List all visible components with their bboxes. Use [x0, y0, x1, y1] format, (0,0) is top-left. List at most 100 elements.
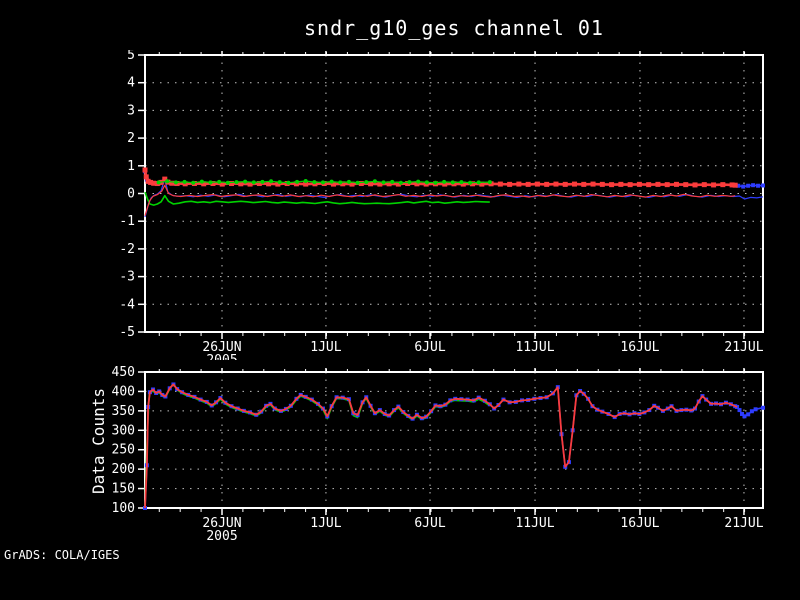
marker-dot	[390, 179, 395, 184]
marker-square	[627, 182, 633, 188]
marker-dot	[416, 179, 421, 184]
marker-square	[553, 181, 559, 187]
series-corrected-red	[142, 167, 738, 188]
x-tick-label: 16JUL	[620, 340, 659, 355]
y-tick-label: -5	[119, 325, 135, 340]
marker-square	[742, 414, 747, 419]
marker-dot	[165, 179, 170, 184]
marker-dot	[269, 179, 274, 184]
x-tick-sublabel: 2005	[206, 529, 237, 544]
marker-dot	[442, 179, 447, 184]
y-tick-label: 4	[127, 76, 135, 91]
marker-square	[507, 181, 513, 187]
y-tick-label: 350	[112, 404, 135, 419]
marker-square	[525, 181, 531, 187]
marker-square	[590, 181, 596, 187]
series-obs-red-thin	[144, 184, 736, 216]
marker-dot	[173, 180, 178, 185]
marker-dot	[450, 180, 455, 185]
marker-square	[746, 183, 751, 188]
marker-dot	[156, 180, 161, 185]
grads-canvas: sndr_g10_ges channel 01 26JUN20051JUL6JU…	[0, 0, 800, 600]
marker-dot	[234, 180, 239, 185]
marker-dot	[225, 180, 230, 185]
marker-square	[609, 182, 615, 188]
y-tick-label: 450	[112, 365, 135, 380]
marker-square	[746, 412, 751, 417]
marker-dot	[372, 179, 377, 184]
marker-square	[761, 405, 765, 410]
marker-square	[655, 181, 661, 187]
y-axis-title: Data Counts	[89, 388, 108, 494]
marker-square	[751, 183, 756, 188]
marker-square	[534, 181, 540, 187]
x-tick-label: 16JUL	[620, 516, 659, 531]
marker-square	[544, 181, 550, 187]
marker-dot	[199, 179, 204, 184]
marker-square	[562, 181, 568, 187]
marker-square	[711, 182, 717, 188]
marker-square	[761, 183, 765, 188]
marker-square	[720, 182, 726, 188]
y-tick-label: 3	[127, 103, 135, 118]
x-tick-label: 1JUL	[310, 340, 341, 355]
gridlines	[145, 54, 763, 333]
axis-ticks	[138, 368, 746, 515]
marker-dot	[260, 179, 265, 184]
marker-square	[737, 408, 742, 413]
marker-square	[732, 182, 738, 188]
marker-dot	[338, 180, 343, 185]
marker-square	[741, 184, 746, 189]
marker-dot	[251, 180, 256, 185]
marker-square	[683, 182, 689, 188]
marker-dot	[346, 179, 351, 184]
x-tick-label: 11JUL	[515, 516, 554, 531]
marker-dot	[320, 180, 325, 185]
marker-square	[753, 407, 758, 412]
marker-dot	[364, 180, 369, 185]
y-tick-label: -3	[119, 270, 135, 285]
y-tick-label: 100	[112, 501, 135, 516]
y-tick-label: 250	[112, 443, 135, 458]
marker-dot	[191, 180, 196, 185]
marker-dot	[459, 180, 464, 185]
series-counts-green	[144, 382, 491, 507]
marker-dot	[381, 180, 386, 185]
y-tick-label: 1	[127, 159, 135, 174]
y-tick-label: 200	[112, 462, 135, 477]
marker-dot	[286, 180, 291, 185]
marker-dot	[468, 180, 473, 185]
series-bias-green-line	[144, 191, 490, 206]
marker-square	[756, 183, 761, 188]
top-chart: 26JUN20051JUL6JUL11JUL16JUL21JUL543210-1…	[119, 50, 765, 360]
marker-square	[636, 181, 642, 187]
marker-square	[516, 181, 522, 187]
chart-title: sndr_g10_ges channel 01	[304, 16, 604, 40]
marker-square	[497, 181, 503, 187]
x-tick-label: 21JUL	[724, 340, 763, 355]
marker-square	[572, 181, 578, 187]
y-tick-label: -2	[119, 242, 135, 257]
x-tick-label: 6JUL	[414, 340, 445, 355]
axis-labels: 26JUN20051JUL6JUL11JUL16JUL21JUL543210-1…	[119, 50, 763, 360]
plot-frame	[144, 371, 764, 509]
grads-credit: GrADS: COLA/IGES	[4, 548, 120, 562]
marker-square	[618, 181, 624, 187]
marker-dot	[277, 180, 282, 185]
y-tick-label: -4	[119, 297, 135, 312]
x-tick-label: 6JUL	[414, 516, 445, 531]
y-tick-label: 300	[112, 423, 135, 438]
marker-dot	[487, 180, 492, 185]
marker-dot	[243, 179, 248, 184]
marker-square	[142, 167, 148, 173]
marker-square	[673, 181, 679, 187]
marker-square	[599, 181, 605, 187]
series-counts-blue	[143, 382, 765, 510]
marker-dot	[208, 180, 213, 185]
marker-dot	[217, 179, 222, 184]
y-tick-label: 5	[127, 50, 135, 63]
marker-square	[701, 182, 707, 188]
y-tick-label: 150	[112, 482, 135, 497]
marker-square	[664, 182, 670, 188]
marker-dot	[407, 180, 412, 185]
